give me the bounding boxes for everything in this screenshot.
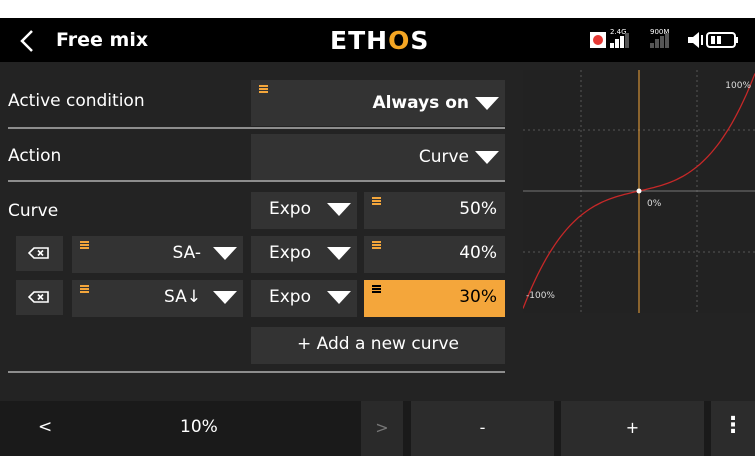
chevron-down-icon [475, 151, 499, 164]
curve-source-select[interactable]: SA- [72, 236, 243, 273]
curve-type-select[interactable]: Expo [251, 236, 357, 273]
edit-marker-icon [372, 241, 381, 249]
decrement-button[interactable]: - [411, 401, 554, 456]
add-curve-button[interactable]: + Add a new curve [251, 327, 505, 364]
more-icon: ⋮ [722, 413, 744, 438]
curve-value: 30% [459, 287, 497, 307]
chevron-down-icon [327, 203, 351, 216]
curve-value: 50% [459, 199, 497, 219]
bottom-bar: < 10% > - + ⋮ [0, 401, 755, 456]
screenshot-frame: Free mix ETH O S 2.4G 900M Active condit… [0, 0, 755, 456]
chevron-down-icon [213, 247, 237, 260]
battery-icon [706, 32, 738, 48]
divider [8, 127, 505, 129]
signal-24g-icon: 2.4G [610, 28, 629, 48]
edit-marker-icon [372, 197, 381, 205]
curve-value-field-active[interactable]: 30% [364, 280, 505, 317]
svg-text:2.4G: 2.4G [610, 28, 627, 36]
divider [8, 180, 505, 182]
edit-marker-icon [80, 241, 89, 249]
back-button[interactable]: Free mix [8, 20, 170, 60]
delete-curve-button[interactable] [16, 236, 63, 271]
curve-type-select[interactable]: Expo [251, 192, 357, 229]
status-icons: 2.4G 900M [588, 27, 748, 53]
curve-value: 40% [459, 243, 497, 263]
top-bar: Free mix ETH O S 2.4G 900M [0, 18, 755, 62]
delete-curve-button[interactable] [16, 280, 63, 315]
active-condition-label: Active condition [8, 91, 145, 111]
graph-center-point [636, 188, 642, 194]
record-icon [590, 32, 606, 48]
chevron-down-icon [327, 247, 351, 260]
action-select[interactable]: Curve [251, 134, 505, 180]
ethos-logo: ETH O S [330, 25, 430, 55]
chevron-left-icon [20, 30, 33, 52]
edit-marker-icon [372, 285, 381, 293]
page-title: Free mix [56, 29, 149, 51]
action-value: Curve [418, 147, 469, 167]
divider [8, 371, 505, 373]
action-label: Action [8, 146, 62, 166]
signal-900m-icon: 900M [650, 28, 669, 48]
curve-type-select[interactable]: Expo [251, 280, 357, 317]
prev-button[interactable]: < [38, 417, 52, 437]
curve-graph-svg: 100% 0% -100% [522, 70, 755, 313]
chevron-down-icon [213, 291, 237, 304]
more-menu-button[interactable]: ⋮ [711, 401, 755, 456]
backspace-icon [28, 291, 49, 303]
chevron-down-icon [327, 291, 351, 304]
curve-label: Curve [8, 201, 59, 221]
active-condition-value: Always on [372, 93, 469, 113]
backspace-icon [28, 247, 49, 259]
speaker-icon [688, 32, 703, 48]
curve-type-value: Expo [269, 199, 311, 219]
graph-top-label: 100% [725, 81, 751, 91]
curve-value-field[interactable]: 40% [364, 236, 505, 273]
curve-source-select[interactable]: SA↓ [72, 280, 243, 317]
active-condition-select[interactable]: Always on [251, 80, 505, 126]
status-icons-svg: 2.4G 900M [590, 28, 738, 48]
edit-marker-icon [80, 285, 89, 293]
next-button[interactable]: > [361, 401, 403, 456]
add-curve-label: + Add a new curve [297, 334, 459, 354]
increment-value: 10% [180, 417, 218, 437]
radio-screen: Free mix ETH O S 2.4G 900M Active condit… [0, 18, 755, 456]
curve-value-field[interactable]: 50% [364, 192, 505, 229]
curve-type-value: Expo [269, 287, 311, 307]
curve-source-value: SA- [172, 243, 202, 263]
increment-button[interactable]: + [561, 401, 704, 456]
edit-marker-icon [259, 85, 268, 93]
curve-source-value: SA↓ [164, 287, 201, 307]
graph-center-label: 0% [647, 199, 662, 209]
curve-type-value: Expo [269, 243, 311, 263]
curve-graph: 100% 0% -100% [522, 70, 755, 313]
graph-bottom-label: -100% [526, 291, 555, 301]
chevron-down-icon [475, 97, 499, 110]
